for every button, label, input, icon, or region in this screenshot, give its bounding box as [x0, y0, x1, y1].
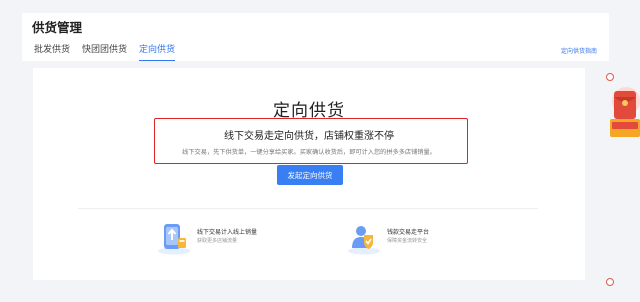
close-dot-icon[interactable]	[606, 73, 614, 81]
feature-desc: 保障资金流转安全	[387, 238, 428, 244]
page-header: 供货管理 批发供货 快团团供货 定向供货 定向供货指南	[22, 13, 609, 61]
page-title: 供货管理	[32, 20, 83, 35]
widget-bottom-dot-icon	[606, 278, 614, 286]
feature-desc: 获取更多店铺流量	[197, 238, 238, 244]
start-directed-supply-button[interactable]: 发起定向供货	[277, 165, 343, 185]
feature-safety: 钱款交易走平台 保障资金流转安全	[345, 218, 429, 256]
tab-bar: 批发供货 快团团供货 定向供货	[34, 43, 187, 61]
headline: 线下交易走定向供货，店铺权重涨不停	[224, 131, 394, 142]
red-envelope-promo-icon[interactable]	[604, 81, 640, 151]
directed-supply-card: 定向供货 线下交易走定向供货，店铺权重涨不停 线下交易，先下供货单，一键分享给买…	[33, 68, 585, 280]
directed-supply-guide-link[interactable]: 定向供货指南	[561, 46, 597, 55]
feature-sales: 线下交易计入线上销量 获取更多店铺流量	[155, 218, 257, 256]
tab-group-buy-supply[interactable]: 快团团供货	[82, 43, 127, 61]
feature-title: 钱款交易走平台	[387, 229, 430, 236]
tab-wholesale-supply[interactable]: 批发供货	[34, 43, 70, 61]
shield-safety-icon	[345, 218, 383, 256]
tab-directed-supply[interactable]: 定向供货	[139, 43, 176, 61]
floating-promo-widget[interactable]	[604, 73, 640, 286]
divider	[78, 208, 538, 209]
description: 线下交易，先下供货单，一键分享给买家。买家确认收货后，即可计入您的拼多多店铺销量…	[182, 149, 436, 156]
feature-title: 线下交易计入线上销量	[197, 229, 258, 236]
sales-phone-icon	[155, 218, 193, 256]
